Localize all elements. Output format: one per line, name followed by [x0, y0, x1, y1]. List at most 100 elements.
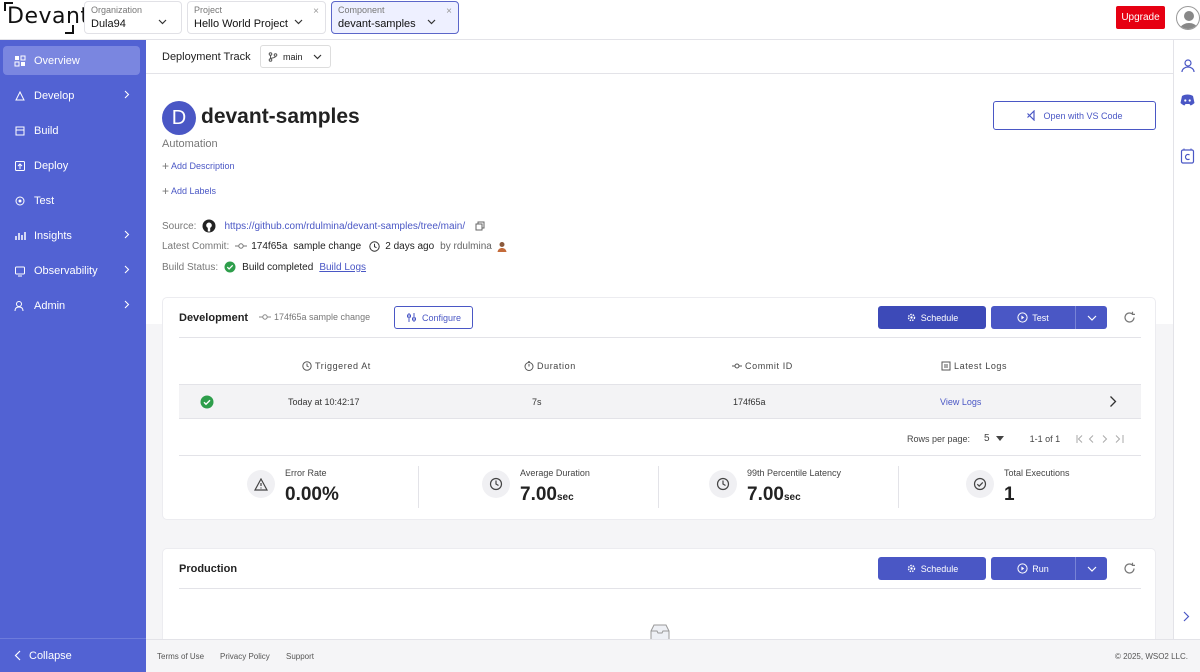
triggered-at-cell: Today at 10:42:17	[288, 397, 360, 407]
component-header: D devant-samples Automation + Add Descri…	[146, 74, 1173, 324]
chevron-down-icon	[158, 19, 167, 25]
upgrade-button[interactable]: Upgrade	[1116, 6, 1165, 29]
admin-icon	[14, 300, 24, 311]
insights-icon	[15, 231, 26, 240]
open-vscode-button[interactable]: Open with VS Code	[993, 101, 1156, 130]
component-avatar: D	[162, 101, 196, 135]
collapse-label: Collapse	[29, 649, 72, 662]
build-status-row: Build Status: Build completed Build Logs	[162, 261, 366, 273]
project-selector[interactable]: Project Hello World Project ×	[187, 1, 326, 34]
add-description-link[interactable]: + Add Description	[162, 159, 235, 173]
build-logs-link[interactable]: Build Logs	[319, 262, 366, 273]
clear-project-icon[interactable]: ×	[313, 6, 319, 17]
chevron-down-icon	[313, 54, 322, 60]
development-commit: 174f65a sample change	[259, 312, 370, 322]
play-circle-icon	[1017, 312, 1028, 323]
refresh-icon[interactable]	[1123, 562, 1136, 575]
sidebar-item-admin[interactable]: Admin	[3, 291, 140, 320]
pagination: Rows per page: 5 1-1 of 1	[907, 433, 1124, 444]
view-logs-link[interactable]: View Logs	[940, 397, 981, 407]
support-link[interactable]: Support	[286, 652, 314, 661]
clear-component-icon[interactable]: ×	[446, 6, 452, 17]
average-duration-stat: Average Duration 7.00sec	[482, 468, 642, 510]
divider	[179, 588, 1141, 589]
chevron-right-icon	[124, 90, 130, 99]
configure-button[interactable]: Configure	[394, 306, 473, 329]
empty-inbox-icon	[650, 624, 670, 639]
devant-logo[interactable]: Devant	[4, 2, 89, 34]
stat-divider	[418, 466, 419, 508]
gear-icon	[907, 564, 915, 573]
sidebar-item-label: Develop	[34, 89, 75, 102]
success-check-icon	[224, 261, 236, 273]
production-schedule-button[interactable]: Schedule	[878, 557, 986, 580]
schedule-label: Schedule	[920, 312, 959, 323]
privacy-link[interactable]: Privacy Policy	[220, 652, 270, 661]
chevron-down-icon	[1087, 315, 1096, 321]
production-card: Production Schedule Run	[162, 548, 1156, 639]
warning-icon	[247, 470, 275, 498]
copilot-panel-icon[interactable]	[1180, 148, 1195, 164]
user-avatar[interactable]	[1176, 6, 1200, 30]
rows-per-page-label: Rows per page:	[907, 433, 971, 444]
chevron-left-icon	[14, 650, 21, 661]
add-labels-link[interactable]: + Add Labels	[162, 184, 216, 198]
caret-down-icon[interactable]	[995, 436, 1004, 441]
component-title: devant-samples	[201, 105, 360, 128]
user-icon	[1179, 11, 1199, 29]
collapse-sidebar-button[interactable]: Collapse	[0, 638, 146, 672]
terms-link[interactable]: Terms of Use	[157, 652, 204, 661]
sidebar: Overview Develop Build Deploy Test Insig…	[0, 40, 146, 672]
discord-icon[interactable]	[1180, 94, 1195, 106]
pagination-nav-icons[interactable]	[1076, 434, 1124, 443]
table-row[interactable]: Today at 10:42:17 7s 174f65a View Logs	[179, 384, 1141, 419]
run-button[interactable]: Run	[991, 557, 1075, 580]
duration-cell: 7s	[532, 397, 542, 407]
sidebar-item-insights[interactable]: Insights	[3, 221, 140, 250]
production-card-header: Production Schedule Run	[163, 549, 1155, 589]
sidebar-item-build[interactable]: Build	[3, 116, 140, 145]
sidebar-item-label: Test	[34, 194, 55, 207]
timer-icon	[524, 361, 534, 371]
latest-commit-row: Latest Commit: 174f65a sample change 2 d…	[162, 240, 508, 252]
column-duration: Duration	[524, 361, 576, 371]
play-circle-icon	[1017, 563, 1028, 574]
commit-key: Latest Commit:	[162, 240, 230, 252]
organization-selector[interactable]: Organization Dula94	[84, 1, 182, 34]
success-check-icon	[200, 395, 214, 409]
test-options-button[interactable]	[1075, 306, 1107, 329]
component-type: Automation	[162, 138, 218, 150]
commit-icon	[259, 314, 271, 320]
test-button[interactable]: Test	[991, 306, 1075, 329]
stat-divider	[658, 466, 659, 508]
error-rate-stat: Error Rate 0.00%	[247, 468, 387, 510]
sidebar-item-deploy[interactable]: Deploy	[3, 151, 140, 180]
sidebar-item-observability[interactable]: Observability	[3, 256, 140, 285]
chevron-right-icon	[124, 300, 130, 309]
source-url-link[interactable]: https://github.com/rdulmina/devant-sampl…	[224, 221, 465, 232]
clock-icon	[369, 240, 380, 252]
deployment-track-bar: Deployment Track main	[146, 40, 1173, 74]
refresh-icon[interactable]	[1123, 311, 1136, 324]
copy-icon[interactable]	[475, 221, 485, 231]
support-agent-icon[interactable]	[1180, 58, 1195, 73]
sidebar-item-overview[interactable]: Overview	[3, 46, 140, 75]
chevron-right-icon[interactable]	[1183, 611, 1190, 622]
commit-time: 2 days ago	[385, 240, 435, 252]
sidebar-item-label: Insights	[34, 229, 72, 242]
commit-id: 174f65a	[251, 240, 288, 252]
overview-icon	[14, 55, 26, 66]
schedule-button[interactable]: Schedule	[878, 306, 986, 329]
check-circle-icon	[966, 470, 994, 498]
commit-author: by rdulmina	[440, 240, 492, 252]
sidebar-item-develop[interactable]: Develop	[3, 81, 140, 110]
run-options-button[interactable]	[1075, 557, 1107, 580]
sidebar-item-test[interactable]: Test	[3, 186, 140, 215]
test-label: Test	[1032, 312, 1049, 323]
pagination-range: 1-1 of 1	[1029, 433, 1061, 444]
rows-per-page-select[interactable]: 5	[984, 433, 990, 444]
branch-selector[interactable]: main	[260, 45, 331, 68]
component-selector[interactable]: Component devant-samples ×	[331, 1, 459, 34]
commit-id-cell: 174f65a	[733, 397, 766, 407]
chevron-right-icon[interactable]	[1109, 395, 1117, 408]
